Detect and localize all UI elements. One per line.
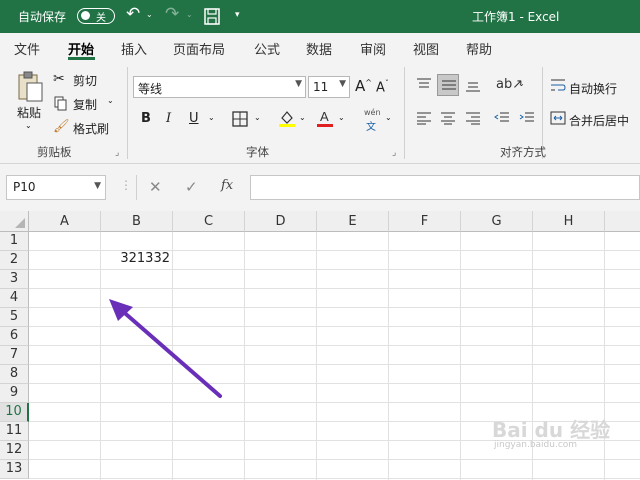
annotation-arrow-icon [109, 299, 222, 398]
